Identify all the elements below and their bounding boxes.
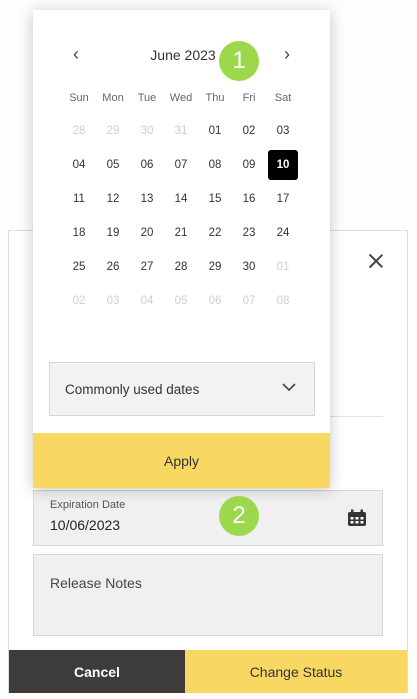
day-cell[interactable]: 05 [96, 148, 130, 182]
month-title: June 2023 [150, 47, 216, 63]
day-cell[interactable]: 07 [164, 148, 198, 182]
weekday-label: Fri [242, 92, 256, 104]
day-cell[interactable]: 21 [164, 216, 198, 250]
day-cell[interactable]: 30 [232, 250, 266, 284]
release-notes-label: Release Notes [50, 575, 142, 591]
dropdown-label: Commonly used dates [65, 382, 200, 397]
chevron-left-icon[interactable]: ‹ [66, 44, 86, 64]
cancel-button[interactable]: Cancel [9, 650, 185, 693]
day-cell[interactable]: 20 [130, 216, 164, 250]
close-icon[interactable] [363, 249, 389, 275]
outside-month-day-cell[interactable]: 29 [96, 114, 130, 148]
day-cell[interactable]: 16 [232, 182, 266, 216]
weekday-label: Sat [274, 92, 292, 104]
chevron-right-icon[interactable]: › [277, 44, 297, 64]
day-cell[interactable]: 01 [198, 114, 232, 148]
calendar-week-row: 25 26 27 28 29 30 01 [62, 250, 300, 284]
chevron-down-icon [282, 383, 296, 392]
day-cell[interactable]: 06 [130, 148, 164, 182]
day-cell[interactable]: 22 [198, 216, 232, 250]
date-picker-popover: ‹ June 2023 › Sun Mon Tue Wed Thu Fri Sat 28 29… [33, 10, 330, 488]
day-cell[interactable]: 25 [62, 250, 96, 284]
outside-month-day-cell[interactable]: 05 [164, 284, 198, 318]
day-cell[interactable]: 15 [198, 182, 232, 216]
weekday-label: Mon [102, 92, 124, 104]
outside-month-day-cell[interactable]: 07 [232, 284, 266, 318]
weekday-label: Thu [205, 92, 225, 104]
day-cell[interactable]: 03 [266, 114, 300, 148]
day-cell[interactable]: 28 [164, 250, 198, 284]
weekday-label: Sun [69, 92, 89, 104]
day-cell[interactable]: 12 [96, 182, 130, 216]
day-cell[interactable]: 08 [198, 148, 232, 182]
calendar-icon[interactable] [347, 509, 367, 527]
weekday-label: Tue [137, 92, 157, 104]
day-cell[interactable]: 23 [232, 216, 266, 250]
day-cell[interactable]: 09 [232, 148, 266, 182]
outside-month-day-cell[interactable]: 31 [164, 114, 198, 148]
day-cell[interactable]: 02 [232, 114, 266, 148]
outside-month-day-cell[interactable]: 08 [266, 284, 300, 318]
expiration-date-label: Expiration Date [50, 499, 126, 511]
outside-month-day-cell[interactable]: 28 [62, 114, 96, 148]
calendar-week-row: 02 03 04 05 06 07 08 [62, 284, 300, 318]
day-cell[interactable]: 13 [130, 182, 164, 216]
outside-month-day-cell[interactable]: 04 [130, 284, 164, 318]
annotation-marker-2: 2 [219, 496, 259, 536]
calendar-week-row: 11 12 13 14 15 16 17 [62, 182, 300, 216]
day-cell[interactable]: 19 [96, 216, 130, 250]
outside-month-day-cell[interactable]: 06 [198, 284, 232, 318]
calendar-week-row: 18 19 20 21 22 23 24 [62, 216, 300, 250]
release-notes-field[interactable]: Release Notes [33, 554, 383, 636]
calendar-week-row: 04 05 06 07 08 09 10 [62, 148, 300, 182]
annotation-marker-1: 1 [219, 41, 259, 81]
day-cell[interactable]: 18 [62, 216, 96, 250]
day-cell[interactable]: 17 [266, 182, 300, 216]
day-cell[interactable]: 04 [62, 148, 96, 182]
outside-month-day-cell[interactable]: 30 [130, 114, 164, 148]
outside-month-day-cell[interactable]: 01 [266, 250, 300, 284]
weekday-label: Wed [169, 92, 193, 104]
selected-day-cell[interactable]: 10 [268, 150, 298, 180]
expiration-date-field[interactable]: Expiration Date 10/06/2023 [33, 490, 383, 546]
day-cell[interactable]: 11 [62, 182, 96, 216]
calendar-week-row: 28 29 30 31 01 02 03 [62, 114, 300, 148]
calendar-grid: 28 29 30 31 01 02 03 04 05 06 07 08 09 10 11 12 13 14 15 16… [62, 114, 300, 318]
commonly-used-dates-dropdown[interactable]: Commonly used dates [49, 362, 315, 416]
outside-month-day-cell[interactable]: 03 [96, 284, 130, 318]
change-status-button[interactable]: Change Status [185, 650, 407, 693]
outside-month-day-cell[interactable]: 02 [62, 284, 96, 318]
day-cell[interactable]: 14 [164, 182, 198, 216]
day-cell[interactable]: 24 [266, 216, 300, 250]
expiration-date-value[interactable]: 10/06/2023 [50, 517, 120, 533]
apply-button[interactable]: Apply [33, 433, 330, 488]
day-cell[interactable]: 29 [198, 250, 232, 284]
day-cell[interactable]: 26 [96, 250, 130, 284]
day-cell[interactable]: 27 [130, 250, 164, 284]
weekday-header: Sun Mon Tue Wed Thu Fri Sat [62, 92, 300, 104]
